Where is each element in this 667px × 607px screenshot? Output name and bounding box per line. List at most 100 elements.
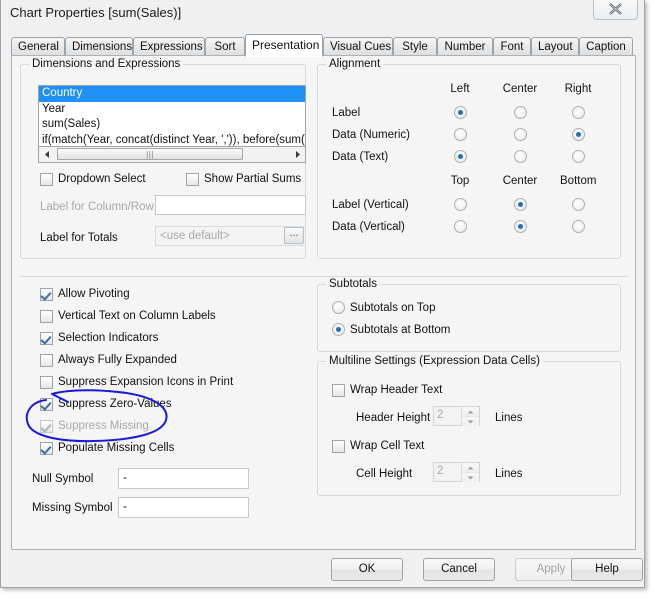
radio-data-text--center[interactable] bbox=[514, 150, 527, 163]
checkbox-wrap-header-text[interactable] bbox=[332, 384, 345, 397]
cancel-button[interactable]: Cancel bbox=[423, 558, 495, 581]
radio-data-numeric--center[interactable] bbox=[514, 128, 527, 141]
label-vertical-text-on-column-labels: Vertical Text on Column Labels bbox=[58, 310, 216, 322]
tab-number[interactable]: Number bbox=[437, 37, 493, 56]
input-missing-symbol[interactable]: - bbox=[118, 497, 249, 518]
alignment-vheader-center: Center bbox=[502, 175, 538, 187]
label-always-fully-expanded: Always Fully Expanded bbox=[58, 354, 177, 366]
radio-label-left[interactable] bbox=[454, 106, 467, 119]
radio-data-numeric--right[interactable] bbox=[572, 128, 585, 141]
radio-label-center[interactable] bbox=[514, 106, 527, 119]
tab-general[interactable]: General bbox=[11, 37, 65, 56]
label-header-height: Header Height bbox=[356, 412, 431, 424]
scrollbar-thumb[interactable]: ||| bbox=[57, 148, 243, 160]
stepper-up-icon[interactable] bbox=[462, 407, 479, 417]
radio-subtotals-at-bottom[interactable] bbox=[332, 323, 345, 336]
checkbox-wrap-cell-text[interactable] bbox=[332, 440, 345, 453]
radio-data-text--left[interactable] bbox=[454, 150, 467, 163]
label-null-symbol: Null Symbol bbox=[32, 473, 94, 485]
tab-caption[interactable]: Caption bbox=[579, 37, 633, 56]
label-suppress-expansion-icons-in-print: Suppress Expansion Icons in Print bbox=[58, 376, 234, 388]
checkbox-allow-pivoting[interactable] bbox=[40, 288, 53, 301]
radio-data-numeric--left[interactable] bbox=[454, 128, 467, 141]
tab-visual-cues[interactable]: Visual Cues bbox=[323, 37, 393, 56]
section-divider bbox=[20, 276, 628, 277]
tab-strip: General Dimensions Expressions Sort Presenta… bbox=[11, 34, 636, 57]
label-subtotals-on-top: Subtotals on Top bbox=[350, 302, 436, 314]
label-suppress-zero-values: Suppress Zero-Values bbox=[58, 398, 172, 410]
tab-expressions[interactable]: Expressions bbox=[133, 37, 205, 56]
radio-label-vertical--bottom[interactable] bbox=[572, 198, 585, 211]
checkbox-suppress-zero-values[interactable] bbox=[40, 398, 53, 411]
input-label-for-column-row[interactable] bbox=[155, 195, 306, 215]
label-cell-height-unit: Lines bbox=[495, 468, 523, 480]
checkbox-suppress-expansion-icons-in-print[interactable] bbox=[40, 376, 53, 389]
alignment-vrow-label: Label (Vertical) bbox=[332, 199, 409, 211]
scrollbar-grip: ||| bbox=[146, 149, 154, 159]
list-item[interactable]: if(match(Year, concat(distinct Year, ','… bbox=[39, 133, 305, 147]
radio-label-right[interactable] bbox=[572, 106, 585, 119]
label-populate-missing-cells: Populate Missing Cells bbox=[58, 442, 175, 454]
group-legend: Subtotals bbox=[326, 278, 380, 290]
dimensions-list-hscrollbar[interactable]: ||| bbox=[38, 147, 306, 163]
label-wrap-cell-text: Wrap Cell Text bbox=[350, 440, 425, 452]
label-header-height-unit: Lines bbox=[495, 412, 523, 424]
multiline-settings-group: Multiline Settings (Expression Data Cell… bbox=[317, 355, 621, 496]
stepper-cell-height-value: 2 bbox=[437, 465, 444, 477]
checkbox-always-fully-expanded[interactable] bbox=[40, 354, 53, 367]
checkbox-vertical-text-on-column-labels[interactable] bbox=[40, 310, 53, 323]
radio-data-vertical--bottom[interactable] bbox=[572, 220, 585, 233]
label-dropdown-select: Dropdown Select bbox=[58, 173, 146, 185]
stepper-header-height-buttons[interactable] bbox=[461, 407, 479, 426]
tab-sort[interactable]: Sort bbox=[205, 37, 245, 56]
tab-presentation[interactable]: Presentation bbox=[245, 34, 323, 57]
label-show-partial-sums: Show Partial Sums bbox=[204, 173, 302, 185]
stepper-down-icon[interactable] bbox=[462, 417, 479, 426]
list-item[interactable]: Country bbox=[39, 86, 305, 102]
tab-layout[interactable]: Layout bbox=[531, 37, 579, 56]
checkbox-populate-missing-cells[interactable] bbox=[40, 442, 53, 455]
presentation-tab-page: Dimensions and Expressions Country Year su… bbox=[11, 55, 636, 550]
close-icon[interactable] bbox=[593, 0, 638, 20]
radio-label-vertical--top[interactable] bbox=[454, 198, 467, 211]
label-for-totals: Label for Totals bbox=[40, 232, 118, 244]
radio-data-text--right[interactable] bbox=[572, 150, 585, 163]
group-legend: Dimensions and Expressions bbox=[29, 58, 184, 70]
dimensions-and-expressions-group: Dimensions and Expressions Country Year su… bbox=[20, 58, 306, 259]
list-item[interactable]: Year bbox=[39, 102, 305, 118]
checkbox-selection-indicators[interactable] bbox=[40, 332, 53, 345]
radio-data-vertical--top[interactable] bbox=[454, 220, 467, 233]
stepper-header-height[interactable]: 2 bbox=[433, 406, 480, 426]
window-title: Chart Properties [sum(Sales)] bbox=[10, 5, 182, 20]
alignment-header-right: Right bbox=[564, 83, 592, 95]
label-for-column-row: Label for Column/Row bbox=[40, 201, 154, 213]
radio-label-vertical--center[interactable] bbox=[514, 198, 527, 211]
input-null-symbol[interactable]: - bbox=[118, 468, 249, 489]
ok-button[interactable]: OK bbox=[331, 558, 403, 581]
stepper-cell-height[interactable]: 2 bbox=[433, 462, 480, 482]
stepper-up-icon[interactable] bbox=[462, 463, 479, 473]
label-for-totals-ellipsis-button[interactable]: ... bbox=[284, 227, 304, 244]
scroll-right-icon[interactable] bbox=[289, 147, 305, 161]
checkbox-show-partial-sums[interactable] bbox=[186, 173, 199, 186]
checkbox-dropdown-select[interactable] bbox=[40, 173, 53, 186]
stepper-down-icon[interactable] bbox=[462, 473, 479, 482]
dialog-button-bar: OK Cancel Apply Help bbox=[1, 558, 644, 582]
tab-style[interactable]: Style bbox=[393, 37, 437, 56]
alignment-header-left: Left bbox=[450, 83, 470, 95]
stepper-header-height-value: 2 bbox=[437, 409, 444, 421]
alignment-header-center: Center bbox=[502, 83, 538, 95]
label-suppress-missing: Suppress Missing bbox=[58, 420, 149, 432]
tab-font[interactable]: Font bbox=[493, 37, 531, 56]
list-item[interactable]: sum(Sales) bbox=[39, 117, 305, 133]
tab-dimensions[interactable]: Dimensions bbox=[65, 37, 133, 56]
stepper-cell-height-buttons[interactable] bbox=[461, 463, 479, 482]
radio-subtotals-on-top[interactable] bbox=[332, 301, 345, 314]
group-legend: Multiline Settings (Expression Data Cell… bbox=[326, 355, 543, 367]
help-button[interactable]: Help bbox=[571, 558, 643, 581]
radio-data-vertical--center[interactable] bbox=[514, 220, 527, 233]
dimensions-list[interactable]: Country Year sum(Sales) if(match(Year, conc… bbox=[38, 85, 306, 147]
label-cell-height: Cell Height bbox=[356, 468, 413, 480]
alignment-row-label: Data (Numeric) bbox=[332, 129, 410, 141]
scroll-left-icon[interactable] bbox=[39, 147, 55, 161]
